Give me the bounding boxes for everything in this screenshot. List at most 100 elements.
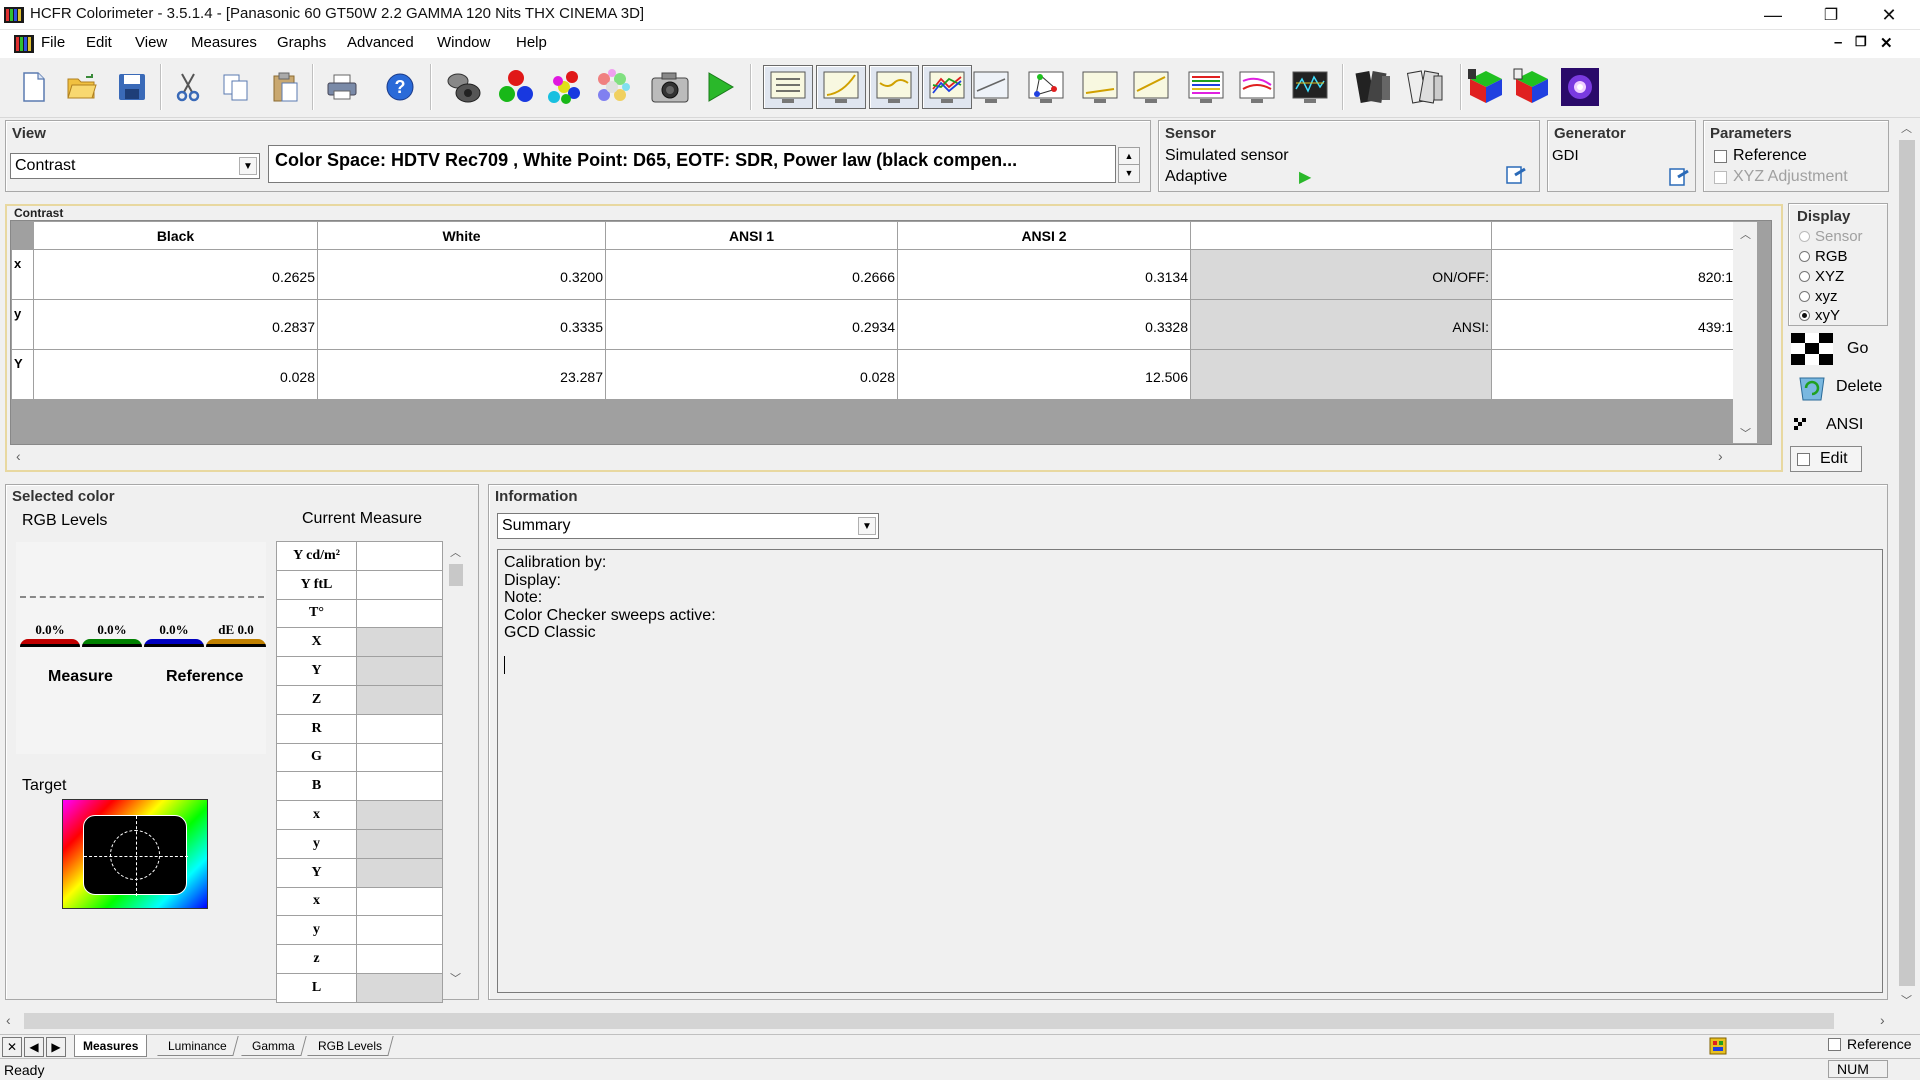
play-button[interactable] xyxy=(698,65,742,109)
scroll-thumb[interactable] xyxy=(449,564,463,586)
cube-edit-button[interactable] xyxy=(1510,65,1554,109)
minimize-button[interactable]: — xyxy=(1744,0,1802,30)
menu-file[interactable]: File xyxy=(41,34,65,51)
main-hscroll[interactable]: ‹ › xyxy=(0,1010,1896,1032)
checkbox-box[interactable] xyxy=(1797,452,1810,466)
generator-config-icon[interactable] xyxy=(1668,167,1690,187)
scroll-up-icon[interactable]: ︿ xyxy=(450,544,461,560)
film-edit-button[interactable] xyxy=(1404,65,1448,109)
information-text[interactable]: Calibration by: Display: Note: Color Checke… xyxy=(497,549,1883,993)
tray-icon[interactable] xyxy=(1708,1036,1728,1056)
scroll-left-icon[interactable]: ‹ xyxy=(6,1012,11,1028)
radio-xyz-upper[interactable]: XYZ xyxy=(1799,268,1844,285)
radio-rgb[interactable]: RGB xyxy=(1799,248,1848,265)
sensor-mode[interactable]: Adaptive xyxy=(1165,168,1227,186)
doc-icon[interactable] xyxy=(14,35,34,53)
menu-view[interactable]: View xyxy=(135,34,167,51)
secondary-measure-button[interactable] xyxy=(542,65,586,109)
view-colorchecker-button[interactable] xyxy=(1285,65,1335,109)
save-button[interactable] xyxy=(110,65,154,109)
view-cie-button[interactable] xyxy=(1021,65,1071,109)
measure-vscroll[interactable]: ︿ ﹀ xyxy=(446,542,466,988)
print-button[interactable] xyxy=(320,65,364,109)
table-cell[interactable]: 0.2625 xyxy=(33,249,318,300)
mdi-minimize-button[interactable]: – xyxy=(1834,34,1842,51)
view-saturation-lum-button[interactable] xyxy=(1232,65,1282,109)
view-measures-button[interactable] xyxy=(763,65,813,109)
chevron-down-icon[interactable]: ▼ xyxy=(858,517,876,535)
delete-button[interactable]: Delete xyxy=(1788,370,1888,404)
paste-button[interactable] xyxy=(263,65,307,109)
spin-up-icon[interactable]: ▲ xyxy=(1119,148,1139,165)
view-luminance-button[interactable] xyxy=(816,65,866,109)
cut-button[interactable] xyxy=(166,65,210,109)
mdi-close-button[interactable]: ✕ xyxy=(1880,34,1893,52)
view-near-black-button[interactable] xyxy=(1075,65,1125,109)
contrast-hscroll[interactable]: ‹ › xyxy=(10,446,1772,466)
table-cell[interactable]: 12.506 xyxy=(897,349,1191,400)
tab-next-icon[interactable]: ▶ xyxy=(46,1037,66,1057)
scroll-thumb[interactable] xyxy=(24,1013,1834,1029)
table-cell[interactable]: 0.028 xyxy=(605,349,898,400)
table-cell[interactable]: 0.028 xyxy=(33,349,318,400)
menu-window[interactable]: Window xyxy=(437,34,490,51)
table-cell[interactable]: 0.3134 xyxy=(897,249,1191,300)
close-button[interactable]: ✕ xyxy=(1860,0,1918,30)
radio-dot[interactable] xyxy=(1799,291,1810,302)
open-button[interactable] xyxy=(60,65,104,109)
table-cell[interactable]: 23.287 xyxy=(317,349,606,400)
galaxy-button[interactable] xyxy=(1558,65,1602,109)
ansi-button[interactable]: ANSI xyxy=(1788,408,1888,442)
table-cell[interactable]: 0.2837 xyxy=(33,299,318,350)
menu-help[interactable]: Help xyxy=(516,34,547,51)
information-select[interactable]: Summary ▼ xyxy=(497,513,879,539)
table-cell[interactable]: 0.3200 xyxy=(317,249,606,300)
radio-dot[interactable] xyxy=(1799,310,1810,321)
scroll-down-icon[interactable]: ﹀ xyxy=(1901,992,1912,1008)
help-button[interactable]: ? xyxy=(378,65,422,109)
info-spinner[interactable]: ▲ ▼ xyxy=(1118,147,1140,183)
scroll-right-icon[interactable]: › xyxy=(1718,448,1723,464)
scroll-down-icon[interactable]: ﹀ xyxy=(1740,425,1751,441)
table-cell[interactable]: 0.3328 xyxy=(897,299,1191,350)
saturation-measure-button[interactable] xyxy=(590,65,634,109)
radio-dot[interactable] xyxy=(1799,251,1810,262)
main-vscroll[interactable]: ︿ ﹀ xyxy=(1896,118,1918,1010)
tab-prev-icon[interactable]: ◀ xyxy=(24,1037,44,1057)
tab-luminance[interactable]: Luminance xyxy=(157,1036,239,1056)
view-rgb-levels-button[interactable] xyxy=(922,65,972,109)
chevron-down-icon[interactable]: ▼ xyxy=(239,157,257,175)
camera-button[interactable] xyxy=(648,65,692,109)
scroll-up-icon[interactable]: ︿ xyxy=(1740,226,1751,242)
tab-measures[interactable]: Measures xyxy=(74,1035,148,1057)
view-saturation-shift-button[interactable] xyxy=(1181,65,1231,109)
radio-xyz-lower[interactable]: xyz xyxy=(1799,288,1838,305)
table-cell[interactable]: 0.2666 xyxy=(605,249,898,300)
view-gamma-button[interactable] xyxy=(869,65,919,109)
edit-toggle[interactable]: Edit xyxy=(1790,446,1862,472)
rgb-measure-button[interactable] xyxy=(494,65,538,109)
table-cell[interactable]: 0.3335 xyxy=(317,299,606,350)
scroll-up-icon[interactable]: ︿ xyxy=(1901,120,1912,136)
checkbox-box[interactable] xyxy=(1828,1037,1841,1051)
tab-rgb-levels[interactable]: RGB Levels xyxy=(307,1036,394,1056)
scroll-left-icon[interactable]: ‹ xyxy=(16,448,21,464)
reference-checkbox[interactable]: Reference xyxy=(1714,147,1807,165)
cube-button[interactable] xyxy=(1464,65,1508,109)
tab-gamma[interactable]: Gamma xyxy=(241,1036,307,1056)
view-select[interactable]: Contrast ▼ xyxy=(10,153,260,179)
scroll-right-icon[interactable]: › xyxy=(1880,1012,1885,1028)
copy-button[interactable] xyxy=(214,65,258,109)
sensor-config-icon[interactable] xyxy=(1505,165,1527,185)
radio-xyY[interactable]: xyY xyxy=(1799,307,1840,324)
menu-advanced[interactable]: Advanced xyxy=(347,34,414,51)
play-small-icon[interactable]: ▶ xyxy=(1299,167,1311,187)
menu-measures[interactable]: Measures xyxy=(191,34,257,51)
table-cell[interactable]: 0.2934 xyxy=(605,299,898,350)
scroll-thumb[interactable] xyxy=(1899,140,1915,986)
mdi-restore-button[interactable]: ❐ xyxy=(1855,34,1867,50)
spin-down-icon[interactable]: ▼ xyxy=(1119,165,1139,182)
contrast-vscroll[interactable]: ︿ ﹀ xyxy=(1733,222,1757,443)
view-near-white-button[interactable] xyxy=(1126,65,1176,109)
menu-edit[interactable]: Edit xyxy=(86,34,112,51)
